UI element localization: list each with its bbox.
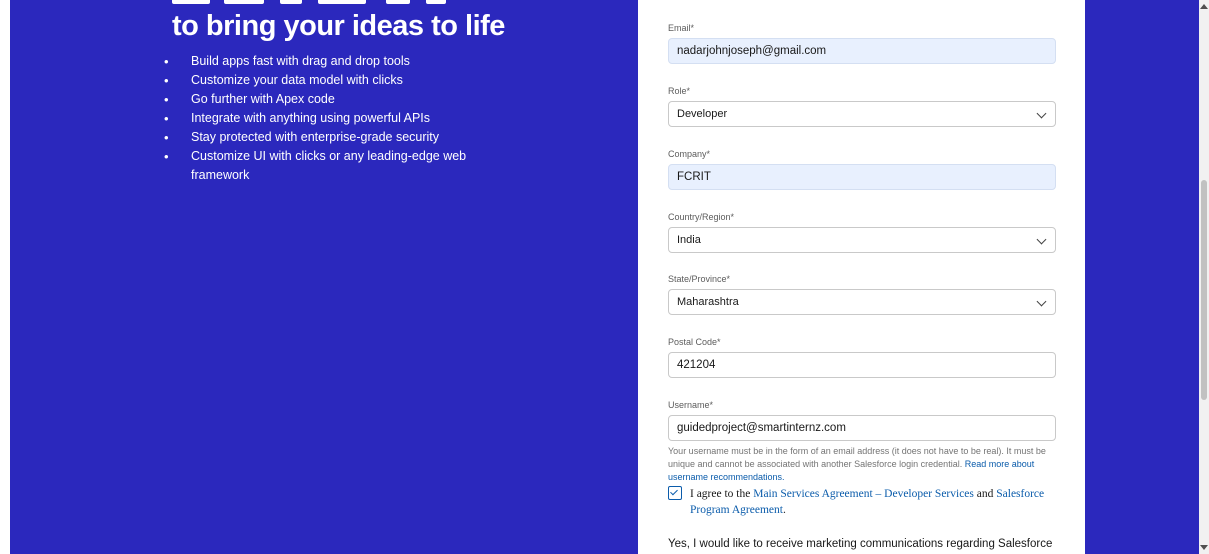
email-label: Email* (668, 23, 695, 33)
chevron-down-icon (1036, 296, 1047, 307)
role-select[interactable]: Developer (668, 101, 1056, 127)
company-field-group: Company* (668, 148, 1056, 190)
country-select[interactable]: India (668, 227, 1056, 253)
country-label: Country/Region* (668, 212, 735, 222)
feature-item: Build apps fast with drag and drop tools (164, 52, 494, 71)
role-selected-value: Developer (677, 108, 728, 120)
country-field-group: Country/Region* India (668, 211, 1056, 253)
company-input[interactable] (668, 164, 1056, 190)
scroll-down-arrow-icon[interactable] (1200, 545, 1208, 550)
username-input[interactable] (668, 415, 1056, 441)
email-field-group: Email* (668, 22, 1056, 64)
marketing-consent-text: Yes, I would like to receive marketing c… (668, 538, 1053, 550)
role-field-group: Role* Developer (668, 85, 1056, 127)
username-help-text: Your username must be in the form of an … (668, 445, 1060, 484)
signup-form: Email* Role* Developer Company* Country/… (638, 0, 1085, 554)
feature-item: Stay protected with enterprise-grade sec… (164, 128, 494, 147)
agreement-text: I agree to the Main Services Agreement –… (690, 486, 1060, 518)
username-label: Username* (668, 400, 714, 410)
feature-item: Integrate with anything using powerful A… (164, 109, 494, 128)
left-edge (0, 0, 10, 554)
feature-item: Customize UI with clicks or any leading-… (164, 147, 494, 185)
chevron-down-icon (1036, 108, 1047, 119)
postal-code-input[interactable] (668, 352, 1056, 378)
scroll-up-arrow-icon[interactable] (1200, 4, 1208, 9)
agreement-prefix: I agree to the (690, 488, 754, 500)
state-label: State/Province* (668, 274, 731, 284)
headline-cut-off-line (172, 0, 472, 6)
username-field-group: Username* (668, 399, 1056, 441)
agreement-middle: and (973, 488, 997, 500)
email-input[interactable] (668, 38, 1056, 64)
agreement-suffix: . (782, 504, 786, 516)
agree-checkbox[interactable] (668, 486, 682, 500)
state-selected-value: Maharashtra (677, 296, 739, 308)
state-field-group: State/Province* Maharashtra (668, 273, 1056, 315)
main-services-agreement-link[interactable]: Main Services Agreement – Developer Serv… (753, 488, 974, 500)
scrollbar-thumb[interactable] (1201, 180, 1207, 400)
agreement-row: I agree to the Main Services Agreement –… (668, 486, 1060, 518)
role-label: Role* (668, 86, 691, 96)
chevron-down-icon (1036, 234, 1047, 245)
postal-code-label: Postal Code* (668, 337, 721, 347)
feature-item: Customize your data model with clicks (164, 71, 494, 90)
country-selected-value: India (677, 234, 701, 246)
state-select[interactable]: Maharashtra (668, 289, 1056, 315)
feature-item: Go further with Apex code (164, 90, 494, 109)
feature-list: Build apps fast with drag and drop tools… (164, 52, 494, 185)
postal-field-group: Postal Code* (668, 336, 1056, 378)
hero-headline: to bring your ideas to life (172, 10, 505, 42)
company-label: Company* (668, 149, 711, 159)
